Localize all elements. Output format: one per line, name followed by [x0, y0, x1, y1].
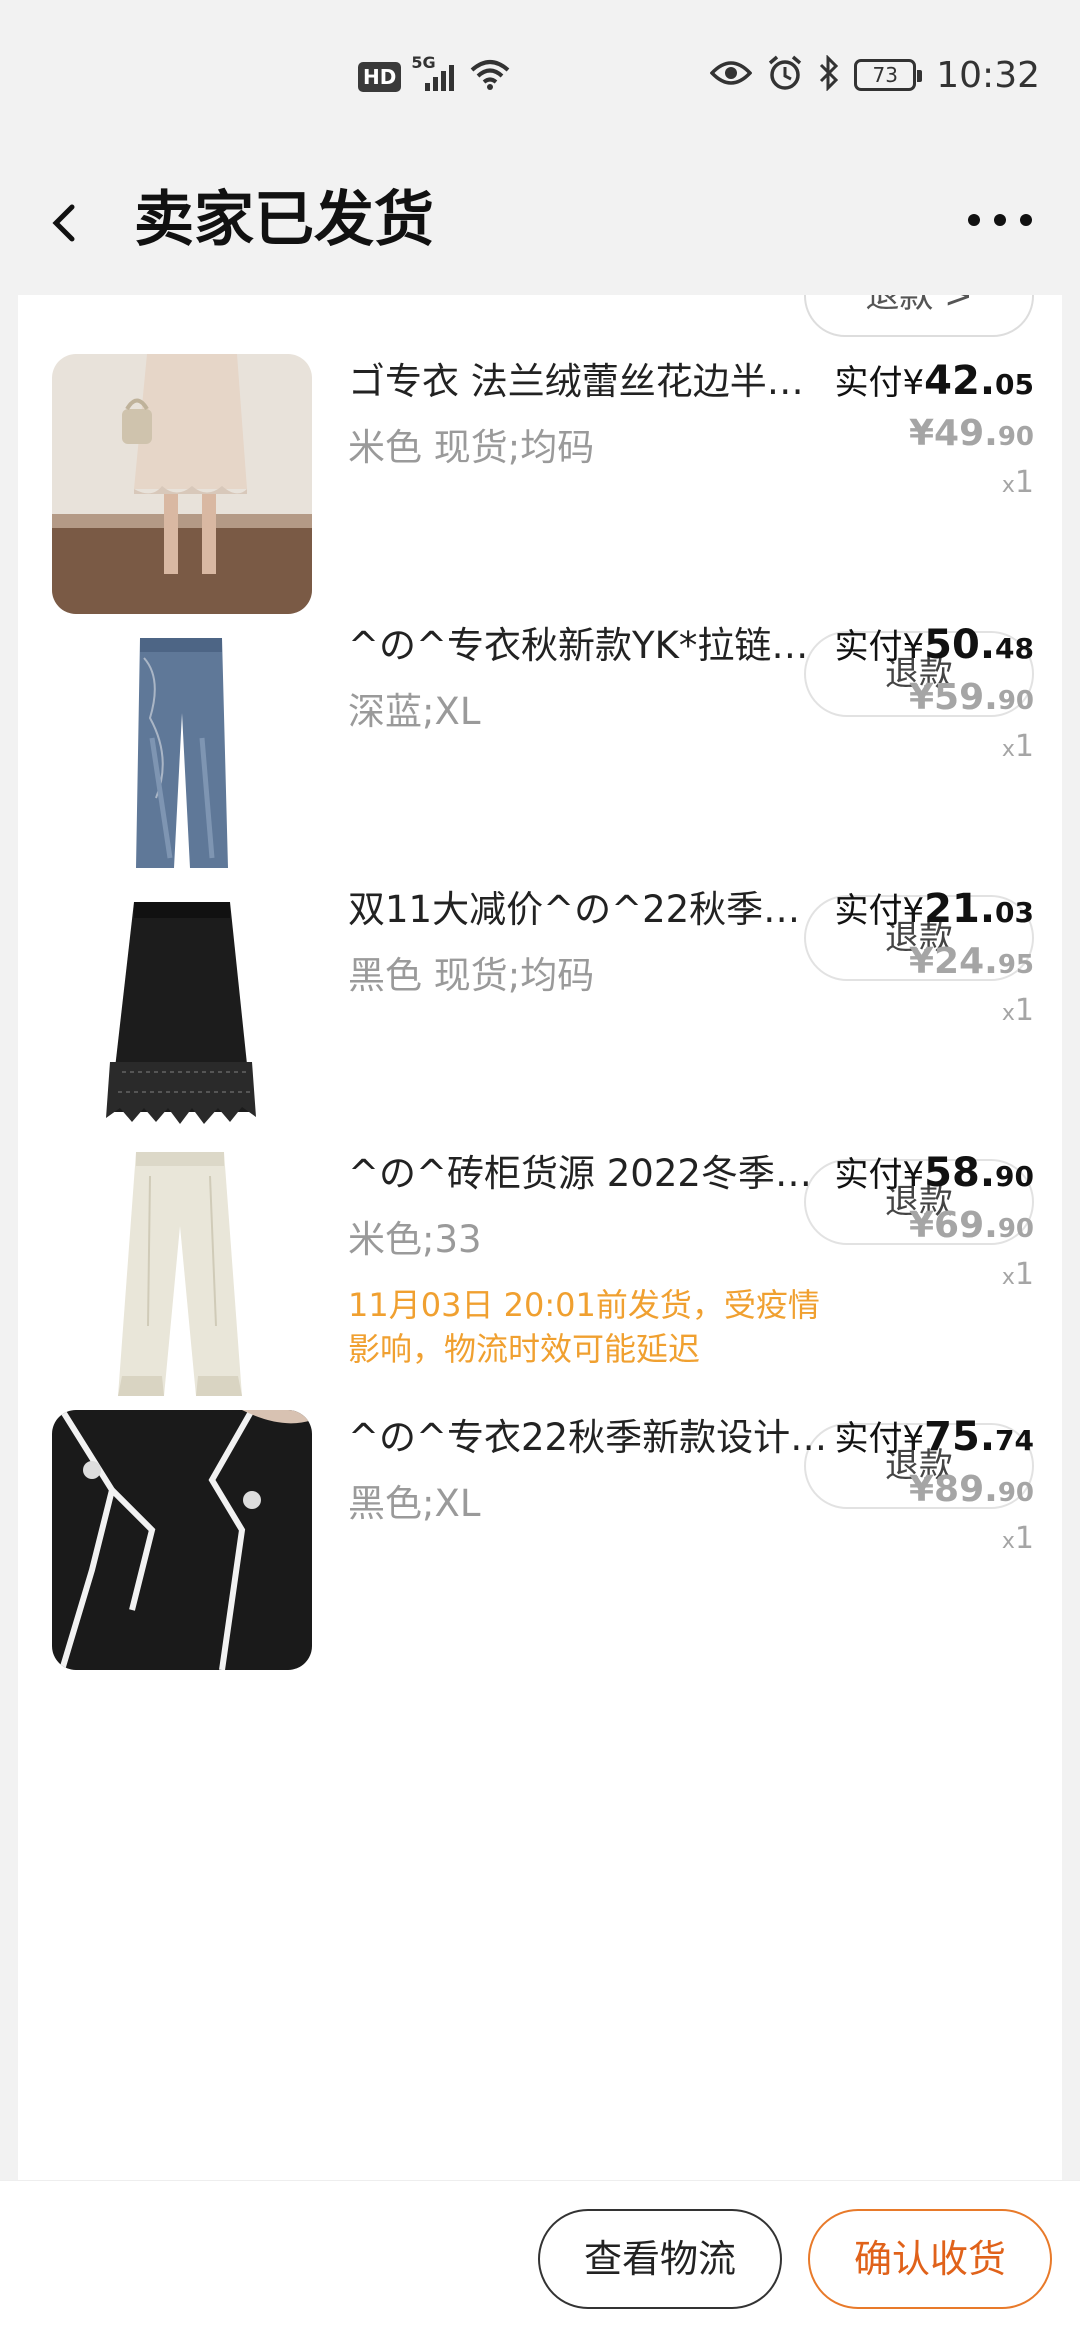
orig-integer: 24. — [934, 941, 998, 982]
wifi-icon — [469, 58, 511, 96]
currency-symbol: ¥ — [908, 413, 935, 454]
status-time: 10:32 — [936, 54, 1040, 96]
eye-icon — [709, 59, 753, 91]
currency-symbol: ¥ — [902, 891, 925, 931]
alarm-icon — [766, 54, 804, 96]
paid-decimal: 90 — [995, 1160, 1034, 1193]
paid-price: 实付¥21.03 — [835, 883, 1034, 939]
currency-symbol: ¥ — [908, 1205, 935, 1246]
more-dots-icon — [968, 214, 1032, 226]
paid-integer: 75. — [924, 1414, 996, 1460]
status-right: 73 10:32 — [709, 54, 1040, 96]
orig-integer: 69. — [934, 1205, 998, 1246]
paid-integer: 42. — [924, 358, 996, 404]
orig-integer: 89. — [934, 1469, 998, 1510]
orig-decimal: 95 — [997, 950, 1034, 980]
chevron-left-icon — [52, 204, 75, 242]
paid-integer: 50. — [924, 622, 996, 668]
quantity: x1 — [1001, 465, 1034, 500]
price-column: 实付¥42.05 ¥49.90 x1 — [835, 355, 1034, 509]
paid-price: 实付¥42.05 — [835, 355, 1034, 411]
confirm-receipt-button[interactable]: 确认收货 — [808, 2209, 1052, 2309]
status-left: HD 5G — [358, 53, 511, 96]
original-price: ¥24.95 — [835, 939, 1034, 988]
product-image-black-jacket[interactable] — [52, 1410, 312, 1670]
order-items-card: 退款 > ゴ专衣 法兰绒蕾丝花边半身裙 米色 现货;均码 实付¥42.05 ¥4… — [18, 295, 1062, 2180]
original-price: ¥89.90 — [835, 1467, 1034, 1516]
paid-decimal: 48 — [995, 632, 1034, 665]
product-title[interactable]: ^の^专衣22秋季新款设计感外套 — [348, 1413, 828, 1463]
price-column: 实付¥58.90 ¥69.90 x1 — [835, 1147, 1034, 1301]
product-spec: 黑色 现货;均码 — [348, 954, 595, 997]
product-title[interactable]: ^の^专衣秋新款YK*拉链牛仔裤 — [348, 621, 828, 671]
paid-price: 实付¥58.90 — [835, 1147, 1034, 1203]
bottom-action-bar: 查看物流 确认收货 — [0, 2180, 1080, 2340]
quantity-value: 1 — [1014, 729, 1034, 764]
paid-price: 实付¥75.74 — [835, 1411, 1034, 1467]
orig-decimal: 90 — [997, 1214, 1034, 1244]
orig-integer: 49. — [934, 413, 998, 454]
product-title[interactable]: 双11大减价^の^22秋季蕾丝半裙 — [348, 885, 828, 935]
quantity-value: 1 — [1014, 1257, 1034, 1292]
more-button[interactable] — [960, 190, 1040, 250]
product-spec: 深蓝;XL — [348, 690, 481, 733]
currency-symbol: ¥ — [902, 1419, 925, 1459]
paid-decimal: 74 — [995, 1424, 1034, 1457]
product-spec: 米色;33 — [348, 1218, 482, 1261]
original-price: ¥69.90 — [835, 1203, 1034, 1252]
currency-symbol: ¥ — [902, 1155, 925, 1195]
paid-label: 实付 — [834, 1155, 903, 1195]
paid-label: 实付 — [834, 363, 903, 403]
signal-icon: 5G — [411, 53, 459, 93]
original-price: ¥49.90 — [835, 411, 1034, 460]
quantity-value: 1 — [1014, 1521, 1034, 1556]
status-bar: HD 5G 73 10:32 — [0, 0, 1080, 160]
orig-integer: 59. — [934, 677, 998, 718]
network-type-label: 5G — [411, 53, 436, 72]
orig-decimal: 90 — [997, 686, 1034, 716]
battery-icon: 73 — [854, 59, 923, 91]
price-column: 实付¥50.48 ¥59.90 x1 — [835, 619, 1034, 773]
back-button[interactable] — [40, 182, 100, 262]
product-spec: 米色 现货;均码 — [348, 426, 595, 469]
view-logistics-button[interactable]: 查看物流 — [538, 2209, 782, 2309]
paid-decimal: 05 — [995, 368, 1034, 401]
nav-header: 卖家已发货 — [0, 160, 1080, 295]
quantity-value: 1 — [1014, 993, 1034, 1028]
order-item[interactable]: ^の^专衣22秋季新款设计感外套 黑色;XL 实付¥75.74 ¥89.90 x… — [18, 1351, 1062, 1745]
quantity-value: 1 — [1014, 465, 1034, 500]
bluetooth-icon — [818, 54, 840, 95]
page-title: 卖家已发货 — [134, 185, 434, 255]
paid-label: 实付 — [834, 891, 903, 931]
quantity: x1 — [1001, 1257, 1034, 1292]
original-price: ¥59.90 — [835, 675, 1034, 724]
currency-symbol: ¥ — [908, 677, 935, 718]
price-column: 实付¥21.03 ¥24.95 x1 — [835, 883, 1034, 1037]
orig-decimal: 90 — [997, 1478, 1034, 1508]
quantity: x1 — [1001, 1521, 1034, 1556]
currency-symbol: ¥ — [908, 941, 935, 982]
hd-badge: HD — [358, 62, 402, 92]
price-column: 实付¥75.74 ¥89.90 x1 — [835, 1411, 1034, 1565]
quantity: x1 — [1001, 993, 1034, 1028]
paid-price: 实付¥50.48 — [835, 619, 1034, 675]
paid-decimal: 03 — [995, 896, 1034, 929]
currency-symbol: ¥ — [902, 363, 925, 403]
paid-label: 实付 — [834, 1419, 903, 1459]
paid-integer: 21. — [924, 886, 996, 932]
currency-symbol: ¥ — [908, 1469, 935, 1510]
product-title[interactable]: ゴ专衣 法兰绒蕾丝花边半身裙 — [348, 357, 828, 407]
product-spec: 黑色;XL — [348, 1482, 481, 1525]
orig-decimal: 90 — [997, 422, 1034, 452]
paid-label: 实付 — [834, 627, 903, 667]
paid-integer: 58. — [924, 1150, 996, 1196]
quantity: x1 — [1001, 729, 1034, 764]
currency-symbol: ¥ — [902, 627, 925, 667]
product-title[interactable]: ^の^砖柜货源 2022冬季新款阔腿裤 — [348, 1149, 828, 1199]
